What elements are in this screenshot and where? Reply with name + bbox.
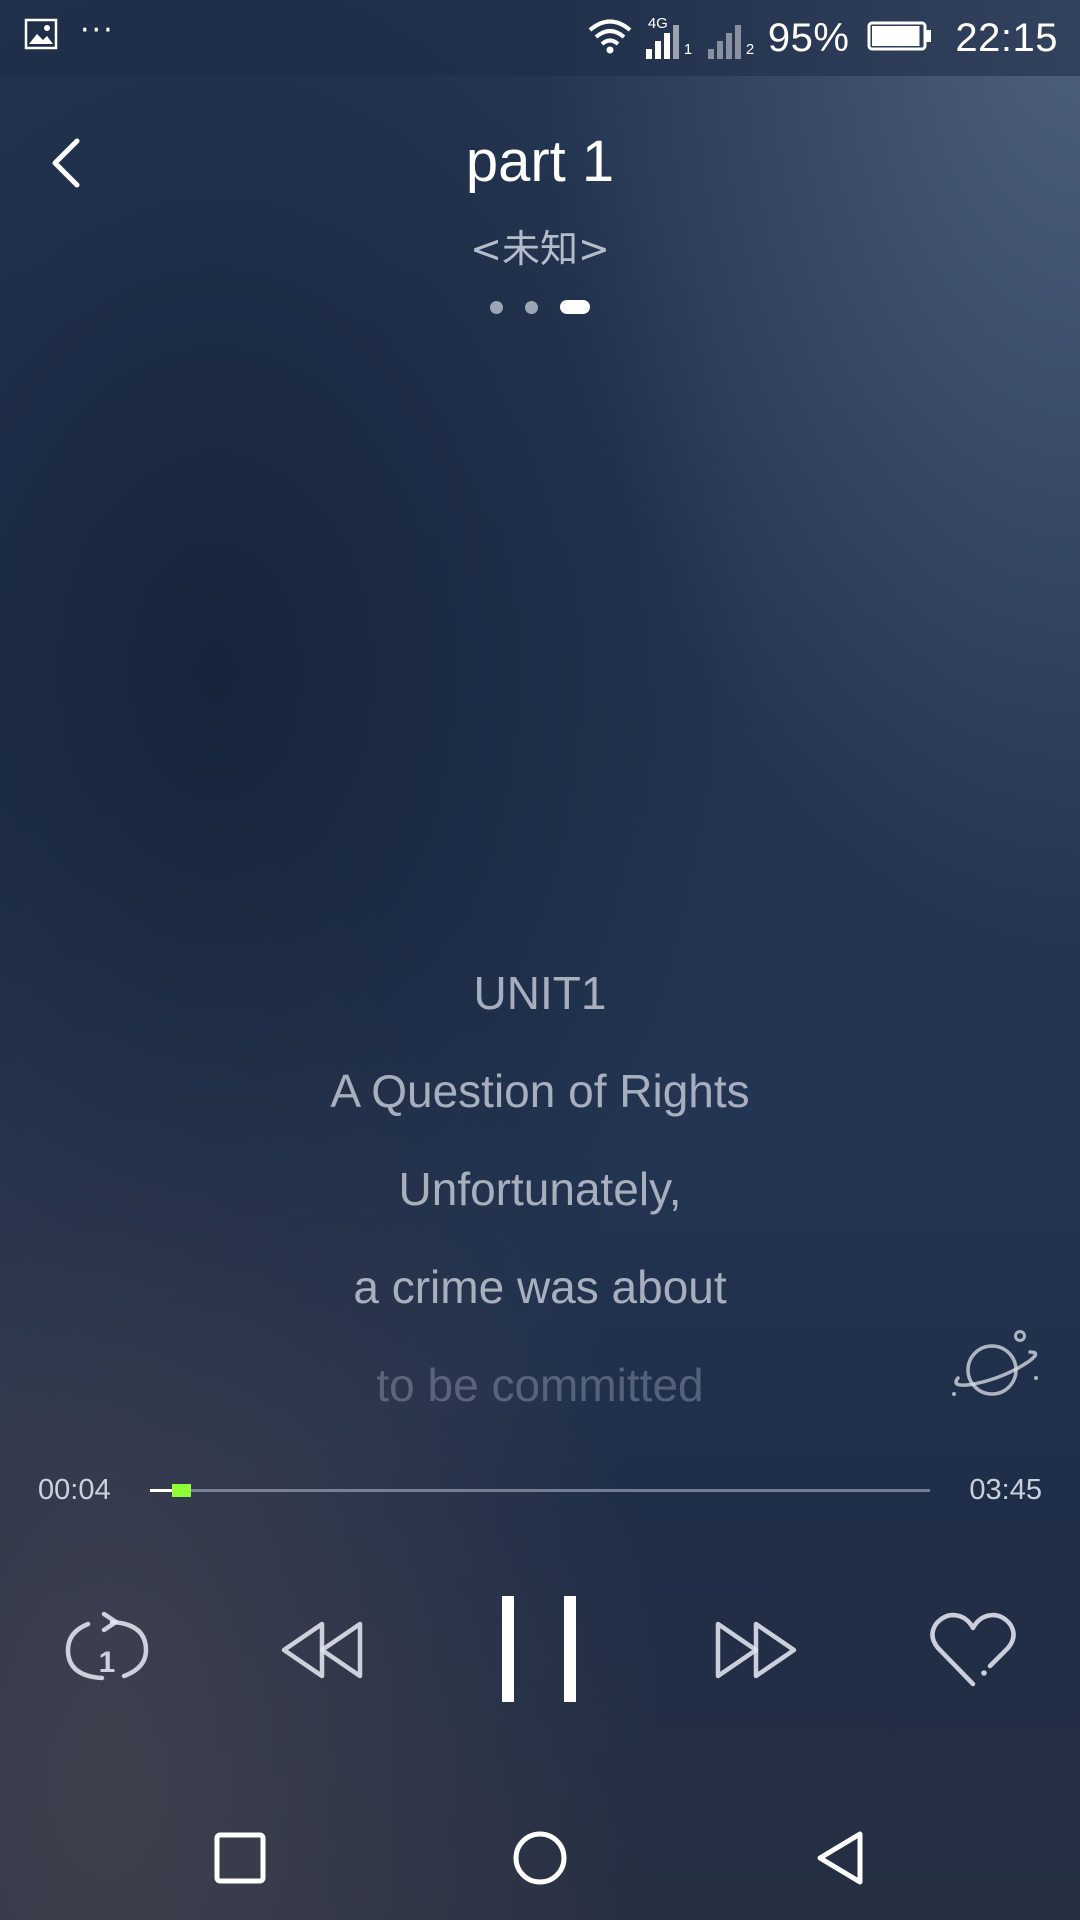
rewind-button[interactable]	[276, 1614, 372, 1684]
pause-button[interactable]	[478, 1586, 602, 1710]
clock: 22:15	[955, 15, 1058, 60]
circle-icon	[513, 1831, 567, 1885]
track-artist: <未知>	[470, 227, 610, 271]
recent-apps-button[interactable]	[200, 1818, 280, 1898]
nav-back-button[interactable]	[800, 1818, 880, 1898]
repeat-one-icon: 1	[65, 1611, 149, 1681]
seek-thumb[interactable]	[172, 1484, 191, 1497]
favorite-button[interactable]	[928, 1606, 1018, 1692]
lyric-line: Unfortunately,	[398, 1163, 682, 1215]
repeat-one-button[interactable]: 1	[58, 1606, 158, 1692]
heart-icon	[930, 1612, 1016, 1687]
pause-icon	[502, 1596, 576, 1702]
lyric-line: a crime was about	[353, 1261, 727, 1313]
rewind-icon	[281, 1621, 363, 1679]
seek-bar[interactable]	[150, 1484, 930, 1497]
track-title: part 1	[465, 129, 615, 194]
navigation-bar	[0, 1796, 1080, 1920]
page-dot-1[interactable]	[490, 300, 503, 314]
seek-bar-played	[150, 1489, 172, 1492]
battery-percent: 95%	[767, 15, 850, 60]
fast-forward-icon	[715, 1621, 797, 1679]
lyric-line: A Question of Rights	[330, 1065, 750, 1117]
page-indicator[interactable]	[0, 300, 1080, 314]
signal-sim1-icon: 4G 1	[644, 15, 696, 61]
signal-sim2-icon: 2	[706, 15, 758, 61]
planet-icon	[952, 1330, 1038, 1396]
image-icon	[24, 18, 58, 54]
battery-icon	[867, 21, 933, 55]
lyrics-view[interactable]: UNIT1 A Question of Rights Unfortunately…	[0, 962, 1080, 1452]
home-button[interactable]	[500, 1818, 580, 1898]
fast-forward-button[interactable]	[706, 1614, 802, 1684]
status-bar: ··· 4G 1 2 95% 22:15	[0, 0, 1080, 76]
page-dot-3-active[interactable]	[560, 300, 590, 314]
total-time: 03:45	[969, 1474, 1042, 1506]
lyric-line: UNIT1	[473, 967, 607, 1019]
current-time: 00:04	[38, 1474, 111, 1506]
sim2-label: 2	[745, 41, 755, 58]
square-icon	[214, 1832, 266, 1884]
triangle-back-icon	[817, 1831, 863, 1885]
more-dots-icon: ···	[80, 13, 115, 48]
sim1-label: 1	[683, 41, 693, 58]
wifi-icon	[586, 17, 634, 59]
repeat-mode-label: 1	[99, 1646, 116, 1679]
page-dot-2[interactable]	[525, 300, 538, 314]
lyric-line: to be committed	[376, 1359, 704, 1411]
planet-button[interactable]	[944, 1322, 1044, 1412]
